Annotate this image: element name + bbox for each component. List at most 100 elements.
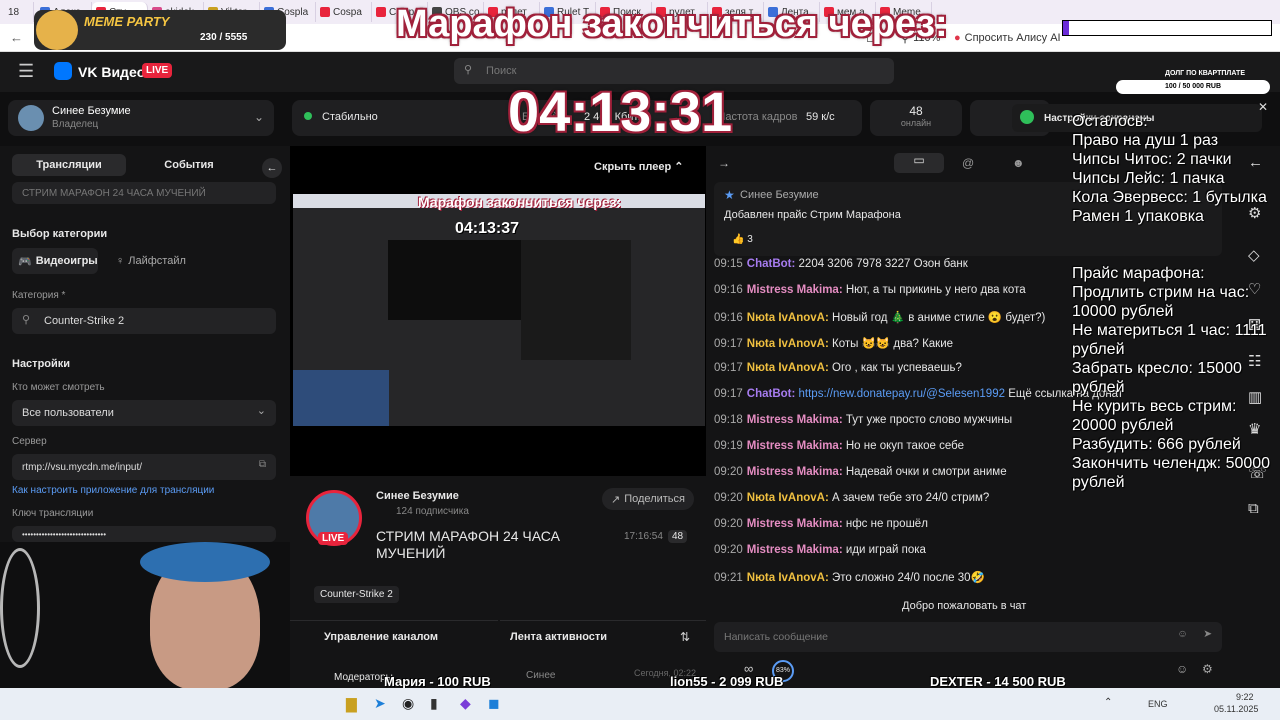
favicon-icon: [320, 7, 330, 17]
channel-name: Синее Безумие: [52, 105, 131, 117]
browser-tab[interactable]: Cospa: [316, 2, 372, 22]
collapse-icon[interactable]: ←: [262, 158, 282, 178]
expand-icon[interactable]: →: [718, 156, 730, 170]
diamond-icon[interactable]: ◇: [1248, 246, 1260, 264]
filter-icon[interactable]: ⇅: [680, 630, 690, 644]
donor-1: Мария - 100 RUB: [384, 674, 491, 689]
copy-icon[interactable]: ⧉: [259, 459, 266, 470]
favicon-icon: [376, 7, 386, 17]
chat-username[interactable]: Nюta IvAnovA:: [747, 572, 829, 584]
telegram-icon[interactable]: ➤: [374, 695, 386, 712]
who-can-watch-select[interactable]: Все пользователи ⌄: [12, 400, 276, 426]
marathon-timer: 04:13:31: [508, 80, 733, 143]
category-games-chip[interactable]: 🎮 Видеоигры: [12, 248, 98, 274]
debt-bar: 100 / 50 000 RUB: [1116, 80, 1270, 94]
stream-title-field[interactable]: СТРИМ МАРАФОН 24 ЧАСА МУЧЕНИЙ: [12, 182, 276, 204]
alice-button[interactable]: ● Спросить Алису AI: [948, 28, 1067, 48]
menu-icon[interactable]: ☰: [18, 61, 34, 82]
donor-3: DEXTER - 14 500 RUB: [930, 674, 1066, 689]
obs-icon[interactable]: ◉: [402, 695, 414, 712]
share-button[interactable]: ↗ Поделиться: [602, 488, 694, 510]
chat-username[interactable]: Nюta IvAnovA:: [747, 362, 829, 374]
tab-channel-management[interactable]: Управление каналом: [290, 620, 498, 652]
tab-activity-feed[interactable]: Лента активности: [500, 620, 706, 652]
streamer-hair: [140, 542, 270, 582]
chevron-down-icon: ⌄: [256, 405, 266, 417]
remaining-item: Рамен 1 упаковка: [1072, 208, 1204, 225]
channel-role: Владелец: [52, 119, 99, 130]
send-icon[interactable]: ➤: [1203, 628, 1212, 640]
chat-username[interactable]: Mistress Makima:: [747, 414, 843, 426]
chat-username[interactable]: Nюta IvAnovA:: [747, 312, 829, 324]
category-tag[interactable]: Counter-Strike 2: [314, 586, 399, 603]
video-player[interactable]: Скрыть плеер ⌃ Марафон закончиться через…: [290, 146, 706, 476]
chat-username[interactable]: Mistress Makima:: [747, 544, 843, 556]
tab-events[interactable]: События: [134, 154, 244, 176]
message-input[interactable]: Написать сообщение ☺ ➤: [714, 622, 1222, 652]
emoji-icon[interactable]: ☺: [1177, 628, 1188, 640]
settings-sidebar: Трансляции События ← СТРИМ МАРАФОН 24 ЧА…: [0, 146, 290, 542]
category-input[interactable]: ⚲ Counter-Strike 2: [12, 308, 276, 334]
price-item: Забрать кресло: 15000 рублей: [1072, 360, 1242, 396]
hide-player-button[interactable]: Скрыть плеер ⌃: [594, 160, 684, 173]
channel-name[interactable]: Синее Безумие: [376, 490, 459, 502]
users-icon[interactable]: ☻: [1012, 156, 1025, 170]
vk-logo-icon: [54, 62, 72, 80]
chevron-down-icon: ⌄: [254, 110, 265, 124]
chat-username[interactable]: Mistress Makima:: [747, 466, 843, 478]
status-dot-icon: [304, 112, 312, 120]
like-reaction[interactable]: 👍 3: [732, 234, 753, 245]
category-life-chip[interactable]: ♀ Лайфстайл: [112, 248, 202, 274]
fps-value: 59 к/с: [806, 111, 835, 123]
gear-icon[interactable]: ⚙: [1202, 662, 1213, 676]
channel-selector[interactable]: Синее Безумие Владелец ⌄: [8, 100, 274, 136]
alice-icon: ●: [954, 32, 961, 44]
app-icon-2[interactable]: ◆: [460, 695, 471, 712]
nested-webcam: [293, 370, 389, 426]
tab-streams[interactable]: Трансляции: [12, 154, 126, 176]
chat-message: 09:16 Mistress Makima: Нют, а ты прикинь …: [714, 284, 1026, 296]
stream-duration: 17:16:54: [624, 531, 663, 542]
welcome-text: Добро пожаловать в чат: [902, 600, 1027, 612]
chat-message: 09:20 Mistress Makima: нфс не прошёл: [714, 518, 928, 530]
donor-2: lion55 - 2 099 RUB: [670, 674, 784, 689]
tab-chat[interactable]: ▭: [894, 153, 944, 173]
emoji-icon[interactable]: ☺: [1176, 662, 1188, 676]
search-icon: ⚲: [22, 314, 31, 326]
debt-label: ДОЛГ ПО КВАРТПЛАТЕ: [1165, 70, 1245, 77]
ring-light: [0, 548, 40, 668]
subscriber-count: 124 подписчика: [396, 506, 469, 517]
chat-message: 09:17 Nюta IvAnovA: Ого , как ты успеваеш…: [714, 362, 962, 374]
chat-message: 09:15 ChatBot: 2204 3206 7978 3227 Озон б…: [714, 258, 968, 270]
chat-username[interactable]: ChatBot:: [747, 388, 796, 400]
viewer-badge: 48: [668, 530, 688, 543]
chat-username[interactable]: Nюta IvAnovA:: [747, 338, 829, 350]
marathon-timer-title: Марафон закончиться через:: [396, 3, 948, 45]
tab-count[interactable]: 18: [4, 2, 34, 22]
nested-overlay-text: [633, 240, 703, 360]
app-icon-3[interactable]: ◼: [488, 695, 500, 712]
app-icon[interactable]: ▮: [430, 695, 438, 712]
chat-message: 09:17 ChatBot: https://new.donatepay.ru/@…: [714, 388, 1124, 400]
chat-username[interactable]: Nюta IvAnovA:: [747, 492, 829, 504]
copy-icon[interactable]: ⧉: [1248, 500, 1259, 517]
chat-username[interactable]: Mistress Makima:: [747, 518, 843, 530]
mention-icon[interactable]: @: [962, 156, 974, 170]
howto-link[interactable]: Как настроить приложение для трансляции: [12, 485, 214, 496]
chevron-up-icon[interactable]: ⌃: [1104, 697, 1112, 708]
chat-message: 09:20 Mistress Makima: Надевай очки и смо…: [714, 466, 1007, 478]
price-item: Не курить весь стрим: 20000 рублей: [1072, 398, 1237, 434]
gamepad-icon: 🎮: [18, 255, 32, 268]
stream-key-field[interactable]: ••••••••••••••••••••••••••••••: [12, 526, 276, 542]
chat-username[interactable]: Mistress Makima:: [747, 440, 843, 452]
live-badge: LIVE: [318, 532, 349, 545]
chat-username[interactable]: Mistress Makima:: [747, 284, 843, 296]
check-icon: [1020, 110, 1034, 124]
back-icon[interactable]: ←: [10, 30, 23, 45]
live-badge: LIVE: [142, 63, 173, 78]
folder-icon[interactable]: ▇: [346, 696, 357, 713]
chat-username[interactable]: ChatBot:: [747, 258, 796, 270]
chat-message: 09:18 Mistress Makima: Тут уже просто сло…: [714, 414, 1013, 426]
price-item: Не материться 1 час: 1111 рублей: [1072, 322, 1267, 358]
server-field[interactable]: rtmp://vsu.mycdn.me/input/⧉: [12, 454, 276, 480]
